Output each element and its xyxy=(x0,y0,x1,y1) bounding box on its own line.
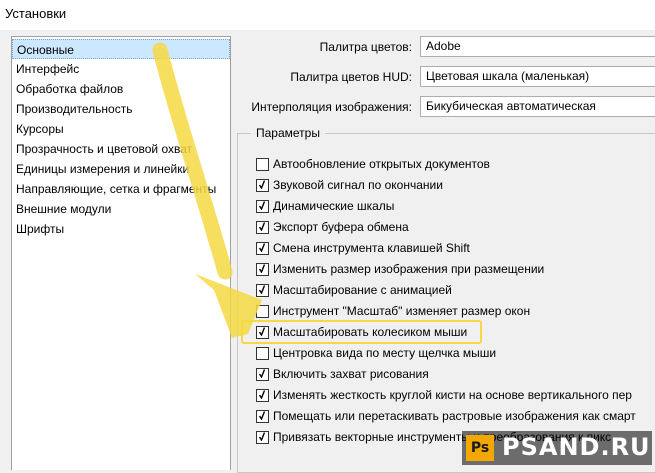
sidebar-item-performance[interactable]: Производительность xyxy=(12,99,230,119)
option-label: Изменить размер изображения при размещен… xyxy=(273,262,545,276)
image-interpolation-select[interactable]: Бикубическая автоматическая xyxy=(420,96,655,117)
sidebar-item-type[interactable]: Шрифты xyxy=(12,219,230,239)
checkmark-icon xyxy=(259,222,265,231)
option-label: Экспорт буфера обмена xyxy=(273,220,409,234)
option-checkbox[interactable] xyxy=(256,368,269,381)
hud-color-picker-select[interactable]: Цветовая шкала (маленькая) xyxy=(420,66,655,87)
title-bar: Установки xyxy=(0,0,655,30)
checkmark-icon xyxy=(259,243,265,252)
option-checkbox[interactable] xyxy=(256,200,269,213)
sidebar-item-transparency-gamut[interactable]: Прозрачность и цветовой охват xyxy=(12,139,230,159)
sidebar-item-units-rulers[interactable]: Единицы измерения и линейки xyxy=(12,159,230,179)
option-checkbox[interactable] xyxy=(256,263,269,276)
checkmark-icon xyxy=(259,411,265,420)
option-checkbox[interactable] xyxy=(256,431,269,444)
option-label: Помещать или перетаскивать растровые изо… xyxy=(273,409,636,423)
option-checkbox[interactable] xyxy=(256,284,269,297)
window-title: Установки xyxy=(5,6,67,21)
option-label: Изменять жесткость круглой кисти на осно… xyxy=(273,388,632,402)
color-picker-label: Палитра цветов: xyxy=(319,40,412,54)
option-label: Смена инструмента клавишей Shift xyxy=(273,241,470,255)
option-checkbox[interactable] xyxy=(256,347,269,360)
color-picker-select[interactable]: Adobe xyxy=(420,36,655,57)
checkmark-icon xyxy=(259,285,265,294)
watermark: Ps PSAND.RU xyxy=(462,431,652,465)
sidebar-item-general[interactable]: Основные xyxy=(12,39,230,59)
option-label: Автообновление открытых документов xyxy=(273,157,490,171)
checkmark-icon xyxy=(259,369,265,378)
checkmark-icon xyxy=(259,432,265,441)
option-checkbox[interactable] xyxy=(256,305,269,318)
option-label: Включить захват рисования xyxy=(273,367,429,381)
option-label: Центровка вида по месту щелчка мыши xyxy=(273,346,497,360)
options-group-legend: Параметры xyxy=(251,126,325,140)
checkmark-icon xyxy=(259,264,265,273)
checkmark-icon xyxy=(259,390,265,399)
option-checkbox[interactable] xyxy=(256,158,269,171)
watermark-logo: Ps xyxy=(466,435,494,461)
option-checkbox[interactable] xyxy=(256,326,269,339)
checkmark-icon xyxy=(259,327,265,336)
sidebar-item-interface[interactable]: Интерфейс xyxy=(12,59,230,79)
hud-color-picker-label: Палитра цветов HUD: xyxy=(290,70,412,84)
checkmark-icon xyxy=(259,201,265,210)
sidebar-item-plugins[interactable]: Внешние модули xyxy=(12,199,230,219)
option-label: Звуковой сигнал по окончании xyxy=(273,178,443,192)
sidebar-item-file-handling[interactable]: Обработка файлов xyxy=(12,79,230,99)
sidebar: Основные Интерфейс Обработка файлов Прои… xyxy=(11,36,231,470)
option-label: Масштабирование с анимацией xyxy=(273,283,452,297)
option-checkbox[interactable] xyxy=(256,179,269,192)
option-label: Динамические шкалы xyxy=(273,199,395,213)
sidebar-item-cursors[interactable]: Курсоры xyxy=(12,119,230,139)
sidebar-item-guides-grid-slices[interactable]: Направляющие, сетка и фрагменты xyxy=(12,179,230,199)
option-checkbox[interactable] xyxy=(256,389,269,402)
checkmark-icon xyxy=(259,180,265,189)
option-label: Инструмент "Масштаб" изменяет размер око… xyxy=(273,304,531,318)
option-checkbox[interactable] xyxy=(256,242,269,255)
option-checkbox[interactable] xyxy=(256,410,269,423)
option-label: Масштабировать колесиком мыши xyxy=(273,325,468,339)
option-checkbox[interactable] xyxy=(256,221,269,234)
image-interpolation-label: Интерполяция изображения: xyxy=(251,100,412,114)
watermark-text: PSAND.RU xyxy=(502,433,651,461)
